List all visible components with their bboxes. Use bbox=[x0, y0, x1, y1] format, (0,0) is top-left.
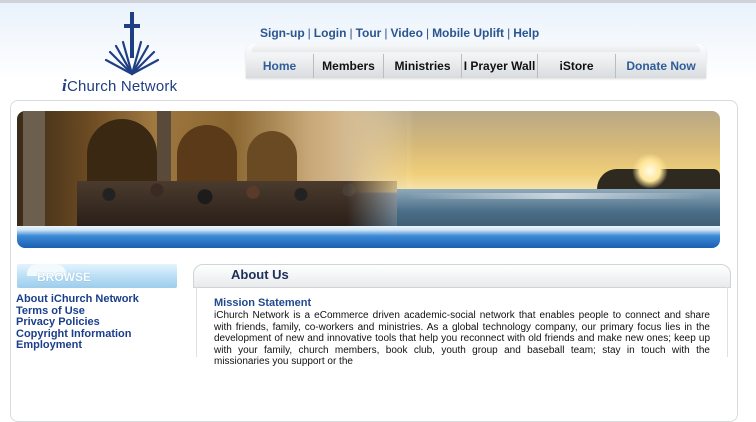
login-link[interactable]: Login bbox=[314, 26, 347, 40]
logo-name: Church Network bbox=[66, 78, 178, 95]
video-link[interactable]: Video bbox=[390, 26, 422, 40]
browse-header: BROWSE bbox=[17, 264, 177, 288]
nav-prayer-wall[interactable]: I Prayer Wall bbox=[462, 54, 538, 78]
nav-ministries[interactable]: Ministries bbox=[384, 54, 462, 78]
cross-sunburst-icon bbox=[104, 12, 160, 76]
hero-banner bbox=[17, 111, 720, 226]
site-logo[interactable]: iChurch Network bbox=[62, 12, 202, 96]
sidebar-link-about[interactable]: About iChurch Network bbox=[16, 293, 139, 306]
nav-istore[interactable]: iStore bbox=[538, 54, 616, 78]
main-nav: Home Members Ministries I Prayer Wall iS… bbox=[246, 44, 706, 78]
top-links: Sign-up | Login | Tour | Video | Mobile Uplift | H… bbox=[260, 26, 540, 40]
mission-text: iChurch Network is a eCommerce driven ac… bbox=[214, 310, 710, 368]
tour-link[interactable]: Tour bbox=[356, 26, 382, 40]
logo-text: iChurch Network bbox=[62, 76, 202, 96]
nav-donate-now[interactable]: Donate Now bbox=[616, 54, 706, 78]
signup-link[interactable]: Sign-up bbox=[260, 26, 305, 40]
banner-blue-bar bbox=[17, 226, 720, 248]
nav-members[interactable]: Members bbox=[314, 54, 384, 78]
help-link[interactable]: Help bbox=[513, 26, 539, 40]
sidebar-links: About iChurch Network Terms of Use Priva… bbox=[16, 293, 139, 352]
sidebar-link-employment[interactable]: Employment bbox=[16, 340, 139, 352]
about-header: About Us bbox=[193, 264, 731, 288]
browse-title: BROWSE bbox=[37, 270, 91, 284]
about-title: About Us bbox=[231, 267, 289, 282]
nav-home[interactable]: Home bbox=[246, 54, 314, 78]
mobile-uplift-link[interactable]: Mobile Uplift bbox=[432, 26, 504, 40]
mission-title: Mission Statement bbox=[214, 297, 312, 309]
